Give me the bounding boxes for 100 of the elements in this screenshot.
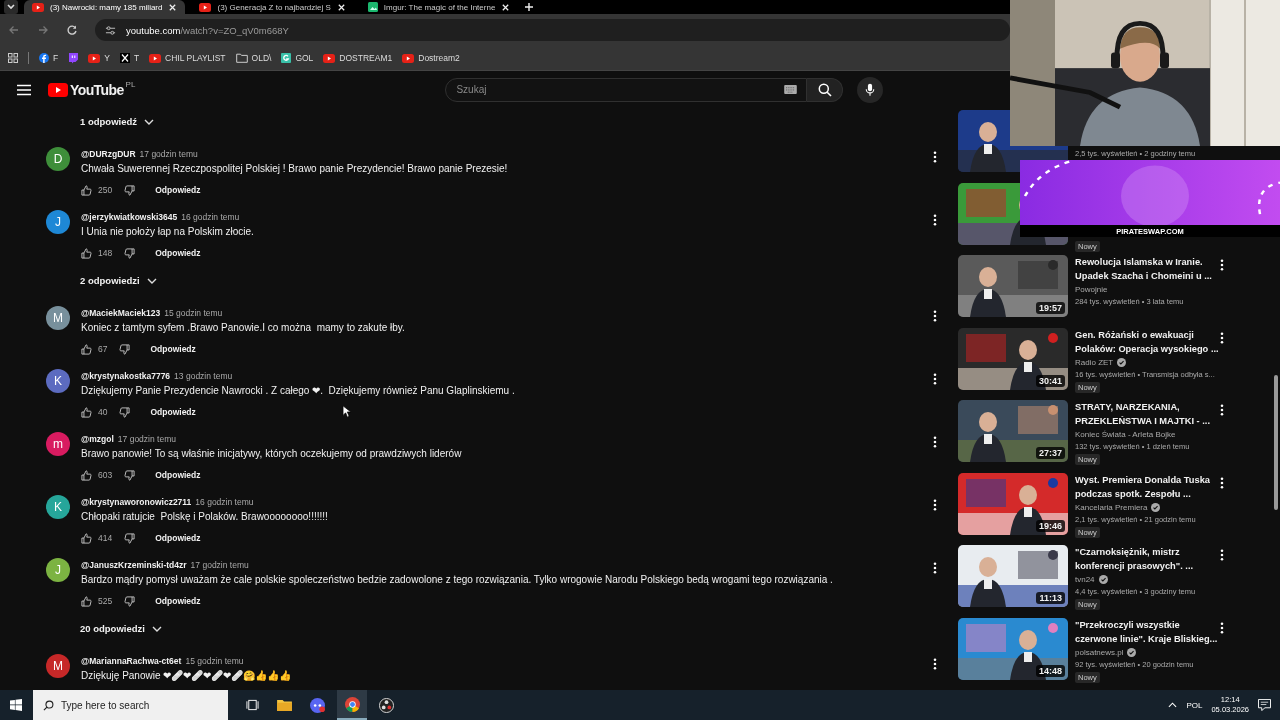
thumbs-down-icon[interactable] <box>124 469 136 481</box>
thumbs-down-icon[interactable] <box>124 532 136 544</box>
close-icon[interactable] <box>168 2 178 12</box>
thumbs-up-icon[interactable] <box>81 406 92 418</box>
avatar[interactable]: J <box>46 210 70 234</box>
comment-time[interactable]: 16 godzin temu <box>195 497 254 507</box>
author-name[interactable]: @krystynakostka7776 <box>81 371 171 381</box>
record-app-icon[interactable] <box>379 697 394 713</box>
more-icon[interactable] <box>933 562 937 574</box>
thumbs-up-icon[interactable] <box>81 184 92 196</box>
more-icon[interactable] <box>933 436 937 448</box>
taskbar-search-field[interactable]: Type here to search <box>33 690 228 720</box>
browser-tab[interactable]: (3) Nawrocki: mamy 185 miliard <box>24 0 186 14</box>
back-icon[interactable] <box>8 24 20 36</box>
more-icon[interactable] <box>1220 621 1224 634</box>
microphone-button[interactable] <box>857 76 884 103</box>
bookmark[interactable]: Dostream2 <box>402 53 460 63</box>
thumbs-down-icon[interactable] <box>124 184 136 196</box>
tab-list-icon[interactable] <box>4 0 18 14</box>
thumbs-up-icon[interactable] <box>81 247 92 259</box>
video-title[interactable]: "Przekroczyli wszystkie czerwone linie". Kraje Bliskieg... <box>1075 617 1219 646</box>
windows-logo-icon[interactable] <box>10 699 22 711</box>
search-button[interactable] <box>807 77 844 102</box>
reply-button[interactable]: Odpowiedz <box>155 246 201 260</box>
search-field[interactable]: Szukaj <box>445 77 808 102</box>
thumbs-down-icon[interactable] <box>124 247 136 259</box>
browser-taskbar-button[interactable] <box>337 690 367 720</box>
thumbs-down-icon[interactable] <box>119 343 131 355</box>
avatar[interactable]: D <box>46 147 70 171</box>
notification-icon[interactable] <box>1258 699 1271 711</box>
thumbs-up-icon[interactable] <box>81 532 92 544</box>
browser-tab[interactable]: (3) Generacja Z to najbardziej S <box>191 0 354 14</box>
bookmark[interactable]: F <box>39 53 59 63</box>
comment-time[interactable]: 16 godzin temu <box>181 212 240 222</box>
bookmark[interactable] <box>68 52 79 64</box>
more-icon[interactable] <box>933 310 937 322</box>
thumbs-up-icon[interactable] <box>81 343 92 355</box>
more-icon[interactable] <box>933 499 937 511</box>
replies-toggle[interactable]: 20 odpowiedzi <box>80 623 162 634</box>
more-icon[interactable] <box>1220 331 1224 344</box>
more-icon[interactable] <box>933 373 937 385</box>
tune-icon[interactable] <box>105 24 116 36</box>
more-icon[interactable] <box>1220 404 1224 416</box>
comment-time[interactable]: 13 godzin temu <box>174 371 233 381</box>
reply-button[interactable]: Odpowiedz <box>155 183 201 197</box>
more-icon[interactable] <box>933 658 937 670</box>
more-icon[interactable] <box>1220 549 1224 561</box>
comment-time[interactable]: 15 godzin temu <box>164 308 223 318</box>
more-icon[interactable] <box>1220 476 1224 489</box>
channel-name[interactable]: Radio ZET <box>1075 355 1114 369</box>
logo-text[interactable]: YouTube <box>70 81 124 98</box>
thumbs-down-icon[interactable] <box>124 595 136 607</box>
video-title[interactable]: Wyst. Premiera Donalda Tuska podczas spotk. Zespołu ... <box>1075 472 1219 501</box>
thumbs-down-icon[interactable] <box>119 406 131 418</box>
more-icon[interactable] <box>1220 259 1224 271</box>
new-tab-icon[interactable] <box>524 2 535 12</box>
thumbs-up-icon[interactable] <box>81 595 92 607</box>
comment-time[interactable]: 15 godzin temu <box>185 656 244 666</box>
scrollbar-thumb[interactable] <box>1274 375 1278 510</box>
close-icon[interactable] <box>501 2 511 12</box>
reply-button[interactable]: Odpowiedz <box>155 468 201 482</box>
author-name[interactable]: @krystynaworonowicz2711 <box>81 497 192 507</box>
author-name[interactable]: @MaciekMaciek123 <box>81 308 161 318</box>
reply-button[interactable]: Odpowiedz <box>155 594 201 608</box>
channel-name[interactable]: Koniec Świata - Arleta Bojke <box>1075 428 1176 441</box>
bookmark[interactable]: T <box>119 53 140 63</box>
thumbs-up-icon[interactable] <box>81 469 92 481</box>
video-title[interactable]: Rewolucja Islamska w Iranie. Upadek Szacha i Chomeini u ... <box>1075 255 1219 283</box>
author-name[interactable]: @jerzykwiatkowski3645 <box>81 212 178 222</box>
close-icon[interactable] <box>336 2 346 12</box>
reply-button[interactable]: Odpowiedz <box>150 342 196 356</box>
bookmark[interactable]: GOL <box>281 53 314 63</box>
menu-icon[interactable] <box>17 83 31 96</box>
forward-icon[interactable] <box>37 24 49 36</box>
bookmark[interactable]: OLD\ <box>235 53 272 63</box>
comment-time[interactable]: 17 godzin temu <box>190 560 249 570</box>
more-icon[interactable] <box>933 151 937 163</box>
comment-time[interactable]: 17 godzin temu <box>139 149 198 159</box>
bookmark[interactable]: CHIL PLAYLIST <box>149 53 226 63</box>
address-bar[interactable]: youtube.com/watch?v=ZO_qV0m668Y <box>95 19 1010 41</box>
bookmark[interactable]: DOSTREAM1 <box>323 53 393 63</box>
author-name[interactable]: @DURzgDUR <box>81 149 136 159</box>
author-name[interactable]: @MariannaRachwa-ct6et <box>81 656 182 666</box>
replies-toggle[interactable]: 2 odpowiedzi <box>80 275 157 286</box>
reply-button[interactable]: Odpowiedz <box>150 405 196 419</box>
channel-name[interactable]: Kancelaria Premiera <box>1075 500 1148 514</box>
video-title[interactable]: Gen. Różański o ewakuacji Polaków: Operacja wysokiego ... <box>1075 327 1219 356</box>
gamepad-app-icon[interactable] <box>310 697 325 713</box>
chevron-up-icon[interactable] <box>1168 702 1178 708</box>
folder-icon[interactable] <box>277 699 292 711</box>
video-title[interactable]: "Czarnoksiężnik, mistrz konferencji prasowych". ... <box>1075 545 1219 573</box>
language-indicator[interactable]: POL <box>1186 700 1203 710</box>
reload-icon[interactable] <box>66 24 78 36</box>
apps-grid-icon[interactable] <box>8 53 18 63</box>
more-icon[interactable] <box>933 214 937 226</box>
channel-name[interactable]: Powojnie <box>1075 283 1108 296</box>
reply-button[interactable]: Odpowiedz <box>155 531 201 545</box>
replies-toggle[interactable]: 1 odpowiedź <box>80 116 154 127</box>
video-title[interactable]: STRATY, NARZEKANIA, PRZEKLEŃSTWA I MAJTKI - ... <box>1075 400 1219 428</box>
avatar[interactable]: m <box>46 432 70 456</box>
